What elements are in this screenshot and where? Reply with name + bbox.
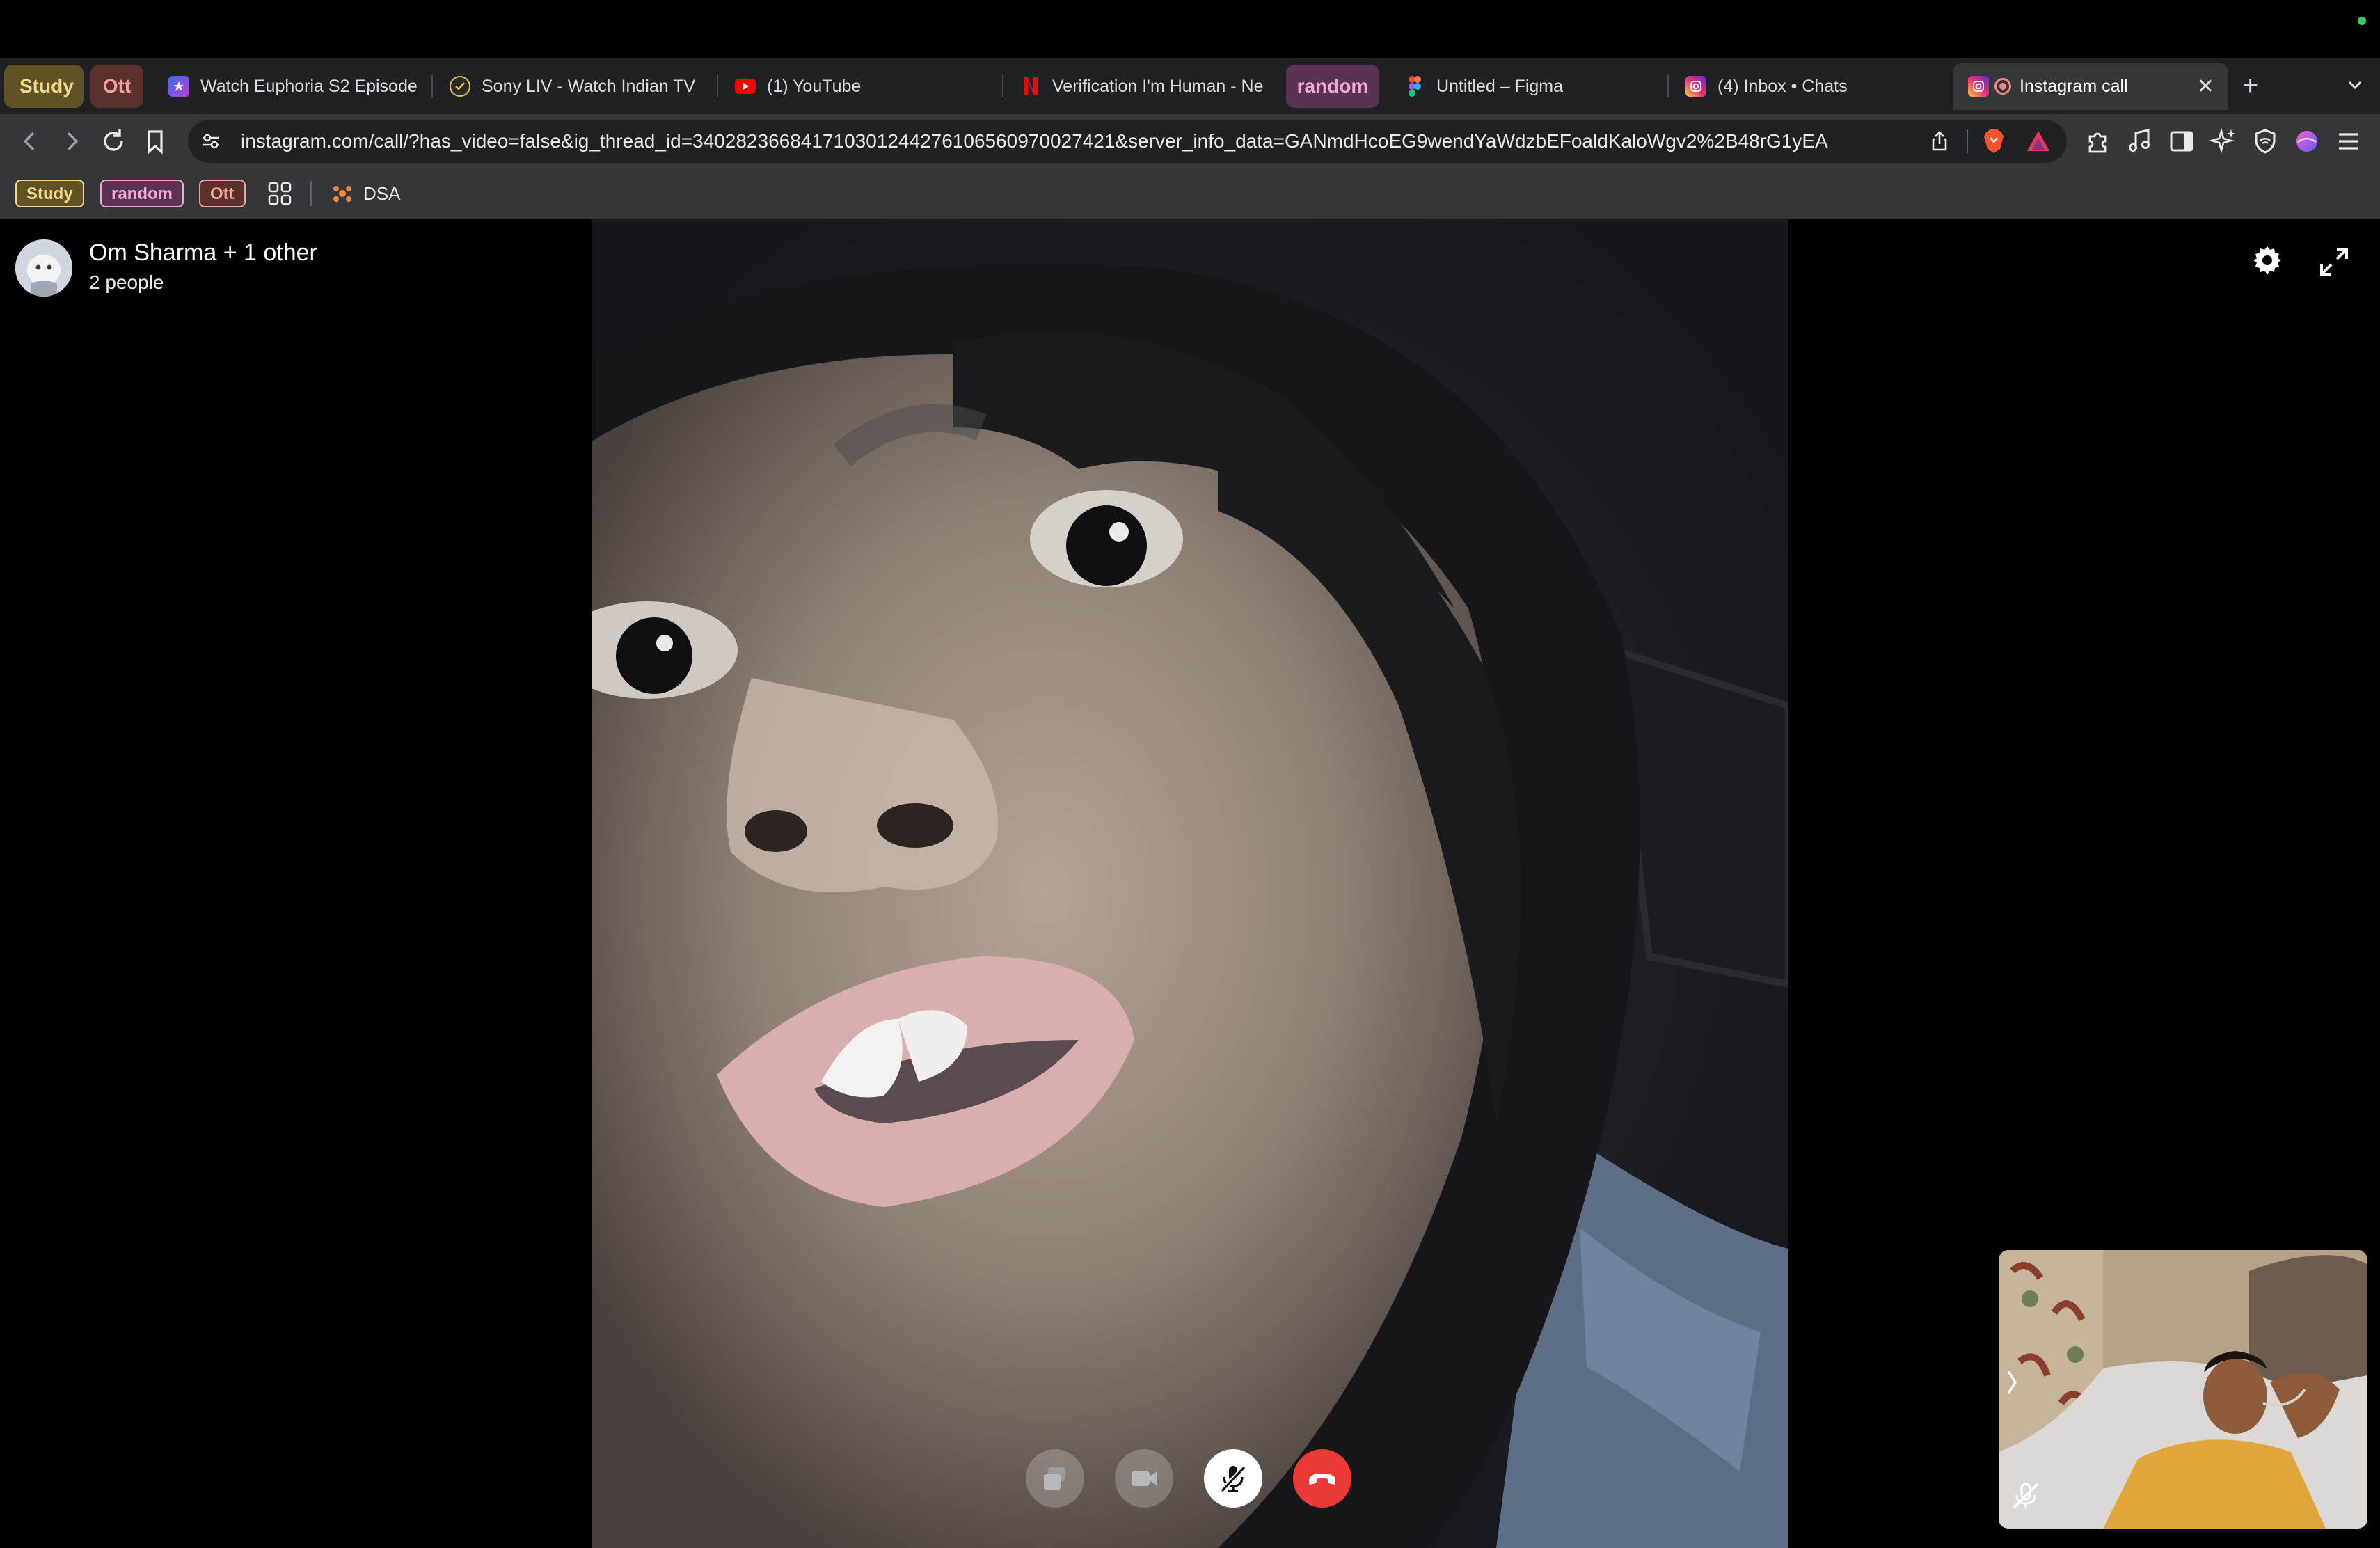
sony-liv-favicon-icon	[450, 76, 470, 97]
phone-hangup-icon	[1309, 1474, 1335, 1485]
remote-video-frame	[592, 219, 1788, 1548]
tab-group-study[interactable]: Study	[4, 65, 84, 108]
screen-share-button[interactable]	[1026, 1449, 1084, 1508]
leo-ai-sparkle-icon[interactable]	[2209, 127, 2238, 156]
menu-hamburger-icon[interactable]	[2334, 127, 2363, 156]
remote-participant-video[interactable]	[592, 219, 1788, 1548]
tab-figma[interactable]: Untitled – Figma	[1389, 63, 1662, 110]
figma-favicon-icon	[1404, 76, 1425, 97]
brave-shields-icon[interactable]	[1982, 128, 2006, 155]
browser-window: Study Ott Watch Euphoria S2 Episode Sony…	[0, 0, 2380, 1548]
end-call-button[interactable]	[1293, 1449, 1351, 1508]
tab-search-chevron-icon[interactable]	[2345, 75, 2365, 95]
url-text[interactable]: instagram.com/call/?has_video=false&ig_t…	[241, 120, 1967, 163]
close-tab-icon[interactable]: ✕	[2197, 74, 2214, 99]
collapse-self-view-chevron-icon[interactable]	[2006, 1368, 2018, 1396]
tab-bar: Study Ott Watch Euphoria S2 Episode Sony…	[0, 58, 2380, 114]
tab-group-ott[interactable]: Ott	[90, 65, 143, 108]
apps-grid-icon[interactable]	[266, 180, 294, 207]
participant-count: 2 people	[89, 271, 164, 293]
bookmark-dsa-label: DSA	[363, 182, 401, 204]
expand-fullscreen-icon[interactable]	[2319, 246, 2349, 277]
tab-youtube[interactable]: (1) YouTube	[720, 63, 998, 110]
tab-divider	[1667, 75, 1669, 97]
camera-indicator-dot	[2358, 17, 2366, 25]
recording-indicator-icon	[1994, 78, 2011, 95]
extensions-puzzle-icon[interactable]	[2084, 127, 2113, 156]
tab-sony-liv[interactable]: Sony LIV - Watch Indian TV	[434, 63, 707, 110]
group-avatar[interactable]	[15, 239, 72, 297]
self-mic-off-icon	[2013, 1483, 2039, 1509]
reload-icon[interactable]	[99, 127, 128, 156]
video-camera-icon	[1132, 1471, 1157, 1486]
brave-rewards-icon[interactable]	[2025, 128, 2052, 155]
tab-euphoria[interactable]: Watch Euphoria S2 Episode	[153, 63, 422, 110]
camera-toggle-button[interactable]	[1115, 1449, 1173, 1508]
back-arrow-icon[interactable]	[15, 127, 45, 156]
bookmark-group-study[interactable]: Study	[15, 180, 84, 207]
brave-wallet-icon[interactable]	[2292, 127, 2322, 156]
address-bar[interactable]: instagram.com/call/?has_video=false&ig_t…	[188, 120, 2067, 163]
mic-off-icon	[1220, 1465, 1246, 1493]
mute-microphone-button[interactable]	[1204, 1449, 1262, 1508]
instagram-favicon-icon	[1968, 76, 1989, 97]
media-controls-music-icon[interactable]	[2125, 127, 2155, 156]
self-view-video[interactable]	[1999, 1250, 2367, 1529]
instagram-favicon-icon	[1685, 76, 1706, 97]
omnibox-divider	[1967, 129, 1968, 153]
streaming-favicon-icon	[168, 76, 189, 97]
bookmark-icon[interactable]	[141, 127, 170, 156]
netflix-n-favicon-icon	[1020, 76, 1041, 97]
tab-instagram-call[interactable]: Instagram call ✕	[1953, 63, 2228, 110]
sidebar-toggle-icon[interactable]	[2167, 127, 2196, 156]
youtube-favicon-icon	[735, 79, 756, 94]
tab-verification[interactable]: Verification I'm Human - Ne	[1005, 63, 1274, 110]
dsa-favicon-icon	[333, 186, 351, 202]
screen-share-icon	[1044, 1467, 1065, 1490]
bookmark-group-random[interactable]: random	[100, 180, 184, 207]
call-screen: Om Sharma + 1 other 2 people	[0, 219, 2380, 1548]
tab-divider	[431, 75, 433, 97]
self-view-frame	[1999, 1250, 2367, 1529]
new-tab-button[interactable]: +	[2242, 68, 2258, 103]
tab-instagram-inbox[interactable]: (4) Inbox • Chats	[1670, 63, 1942, 110]
call-title: Om Sharma + 1 other	[89, 239, 317, 266]
gear-icon[interactable]	[2251, 244, 2284, 277]
tab-divider	[1002, 75, 1003, 97]
bookmark-group-ott[interactable]: Ott	[199, 180, 246, 207]
tab-divider	[717, 75, 718, 97]
forward-arrow-icon[interactable]	[57, 127, 86, 156]
bookmark-dsa[interactable]: DSA	[331, 178, 400, 209]
bookmarks-divider	[310, 181, 312, 206]
share-icon[interactable]	[1928, 129, 1951, 153]
tab-group-random[interactable]: random	[1286, 65, 1379, 108]
site-settings-icon[interactable]	[200, 131, 221, 152]
menu-bar-strip	[0, 0, 2380, 58]
avatar-image	[15, 239, 72, 297]
vpn-shield-icon[interactable]	[2251, 127, 2280, 156]
